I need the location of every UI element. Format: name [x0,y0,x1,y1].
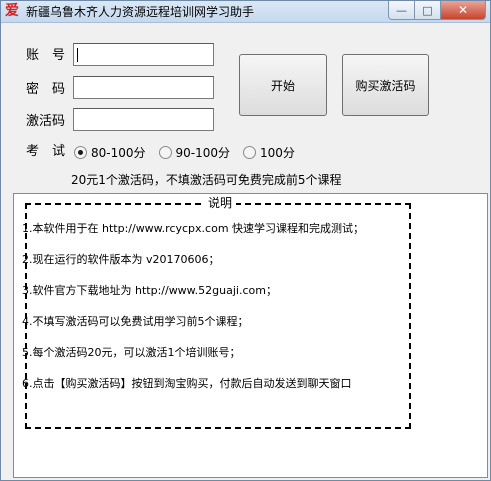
minimize-button[interactable]: — [388,1,415,20]
buy-activation-code-button[interactable]: 购买激活码 [342,54,429,116]
exam-option-90-100[interactable]: 90-100分 [158,144,231,161]
exam-option-100[interactable]: 100分 [243,144,295,161]
account-input[interactable] [73,43,214,66]
activation-code-label: 激活码 [26,114,66,129]
exam-option-label: 100分 [260,145,295,160]
start-button[interactable]: 开始 [239,54,327,116]
exam-label: 考 试 [26,144,66,159]
password-label: 密 码 [26,82,66,97]
title-bar[interactable]: 爱 新疆乌鲁木齐人力资源远程培训网学习助手 — □ ✕ [1,1,490,23]
password-input[interactable] [73,76,214,99]
instruction-item: 2.现在运行的软件版本为 v20170606； [22,253,220,266]
app-window: 爱 新疆乌鲁木齐人力资源远程培训网学习助手 — □ ✕ 账 号 密 码 激活码 … [0,0,491,481]
instruction-item: 1.本软件用于在 http://www.rcycpx.com 快速学习课程和完成… [22,222,365,235]
minimize-icon: — [396,3,407,17]
instruction-item: 3.软件官方下载地址为 http://www.52guaji.com； [22,284,277,297]
exam-score-radio-group: 80-100分 90-100分 100分 [74,144,308,160]
text-caret [77,48,78,62]
radio-unchecked-icon[interactable] [243,145,257,159]
account-label: 账 号 [26,48,66,63]
window-controls: — □ ✕ [388,1,486,20]
exam-option-label: 90-100分 [175,145,231,160]
close-icon: ✕ [457,3,469,17]
maximize-button[interactable]: □ [415,1,441,20]
radio-checked-icon[interactable] [74,145,87,159]
pricing-hint: 20元1个激活码，不填激活码可免费完成前5个课程 [71,173,342,187]
instructions-title: 说明 [204,196,237,210]
instructions-list: 1.本软件用于在 http://www.rcycpx.com 快速学习课程和完成… [22,222,364,408]
instruction-item: 5.每个激活码20元，可以激活1个培训账号； [22,346,241,359]
instruction-item: 4.不填写激活码可以免费试用学习前5个课程； [22,315,249,328]
activation-code-input[interactable] [73,108,214,131]
radio-unchecked-icon[interactable] [158,145,172,159]
exam-option-80-100[interactable]: 80-100分 [74,144,146,161]
instructions-panel[interactable]: 说明 1.本软件用于在 http://www.rcycpx.com 快速学习课程… [13,193,488,478]
app-logo-icon: 爱 [5,3,19,19]
exam-option-label: 80-100分 [91,145,146,160]
window-title: 新疆乌鲁木齐人力资源远程培训网学习助手 [26,5,255,19]
instruction-item: 6.点击【购买激活码】按钮到淘宝购买，付款后自动发送到聊天窗口 [22,377,352,390]
close-button[interactable]: ✕ [441,1,486,20]
maximize-icon: □ [422,3,433,17]
